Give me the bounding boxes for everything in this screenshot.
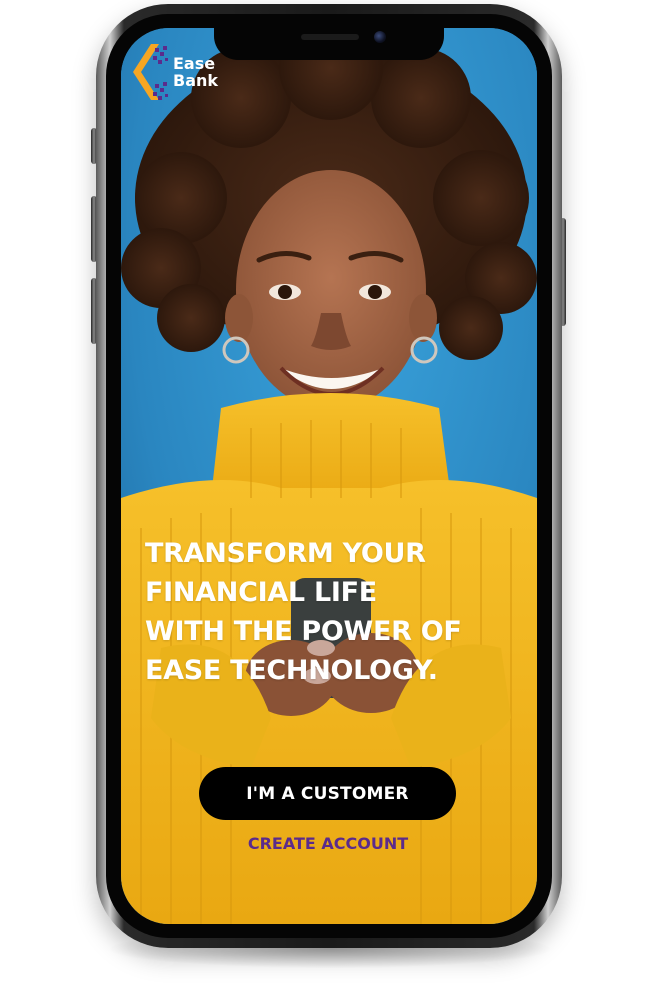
hero-headline: TRANSFORM YOUR FINANCIAL LIFE WITH THE P… (145, 538, 462, 686)
create-account-link[interactable]: CREATE ACCOUNT (181, 834, 475, 853)
im-a-customer-button[interactable]: I'M A CUSTOMER (199, 767, 456, 820)
brand-logo: Ease Bank (125, 40, 218, 104)
ease-bank-logo-icon (133, 44, 168, 100)
brand-name-line1: Ease (173, 54, 216, 73)
brand-name: Ease Bank (173, 55, 218, 89)
earpiece-speaker (301, 34, 359, 40)
app-screen: Ease Bank TRANSFORM YOUR FINANCIAL LIFE … (121, 28, 537, 924)
notch (214, 28, 444, 60)
device-mockup: Ease Bank TRANSFORM YOUR FINANCIAL LIFE … (0, 0, 652, 986)
front-camera (374, 31, 386, 43)
brand-name-line2: Bank (173, 71, 219, 90)
